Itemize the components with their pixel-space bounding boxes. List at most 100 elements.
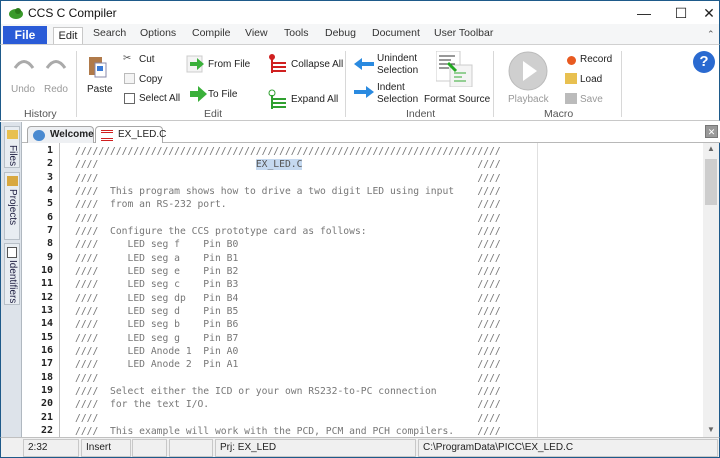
comment-border: //// bbox=[477, 279, 501, 291]
to-file-icon bbox=[190, 86, 207, 102]
code-editor[interactable]: 1 2 3 4 5 6 7 8 9 10 11 12 13 14 15 16 17 18 19 20 21 22 ////… bbox=[22, 143, 720, 437]
separator bbox=[76, 51, 77, 117]
code-line[interactable]: //// LED seg e Pin B2//// bbox=[75, 266, 501, 277]
to-file-button[interactable]: To File bbox=[208, 89, 237, 100]
sidebar-tab-label: Identifiers bbox=[7, 260, 18, 304]
comment-border: //// bbox=[477, 359, 501, 371]
paste-button[interactable]: Paste bbox=[87, 84, 113, 95]
sidebar-tab-files[interactable]: Files bbox=[4, 126, 20, 168]
code-line[interactable]: //// from an RS-232 port.//// bbox=[75, 199, 501, 210]
close-button[interactable]: ✕ bbox=[698, 3, 720, 23]
code-line[interactable]: //////// bbox=[75, 173, 501, 184]
tab-welcome[interactable]: Welcome bbox=[27, 126, 94, 144]
record-button[interactable]: Record bbox=[580, 54, 612, 65]
comment-border: //// bbox=[477, 159, 501, 171]
separator bbox=[621, 51, 622, 117]
code-line[interactable]: //// This program shows how to drive a t… bbox=[75, 186, 501, 197]
line-number: 2 bbox=[46, 158, 53, 170]
load-button[interactable]: Load bbox=[580, 74, 602, 85]
sidebar-tab-identifiers[interactable]: Identifiers bbox=[4, 243, 20, 305]
expand-all-button[interactable]: Expand All bbox=[291, 94, 338, 105]
comment-border: //// bbox=[477, 305, 501, 317]
collapse-ribbon-icon[interactable]: ⌃ bbox=[707, 29, 715, 40]
right-margin-line bbox=[537, 143, 538, 437]
expand-all-icon bbox=[268, 89, 286, 109]
code-line[interactable]: //// This example will work with the PCD… bbox=[75, 426, 501, 437]
undo-icon bbox=[13, 60, 35, 69]
line-number: 4 bbox=[46, 184, 53, 196]
minimize-button[interactable]: — bbox=[626, 3, 662, 23]
close-document-button[interactable]: ✕ bbox=[705, 125, 718, 138]
line-number: 1 bbox=[46, 145, 53, 156]
playback-button[interactable]: Playback bbox=[508, 94, 549, 105]
code-line[interactable]: //// LED Anode 2 Pin A1//// bbox=[75, 359, 501, 370]
window-title: CCS C Compiler bbox=[28, 6, 117, 20]
collapse-all-icon bbox=[269, 54, 286, 73]
status-segment bbox=[169, 439, 213, 457]
code-line[interactable]: //// LED Anode 1 Pin A0//// bbox=[75, 346, 501, 357]
code-line[interactable]: //// LED seg g Pin B7//// bbox=[75, 333, 501, 344]
code-line[interactable]: //// Select either the ICD or your own R… bbox=[75, 386, 501, 397]
line-number: 6 bbox=[46, 211, 53, 223]
scroll-up-icon[interactable]: ▲ bbox=[707, 144, 715, 153]
sidebar-tab-projects[interactable]: Projects bbox=[4, 172, 20, 240]
code-line[interactable]: //// LED seg dp Pin B4//// bbox=[75, 293, 501, 304]
file-menu-button[interactable]: File bbox=[3, 26, 47, 45]
tab-compile[interactable]: Compile bbox=[192, 27, 231, 39]
side-panel-tabs: Files Projects Identifiers bbox=[0, 122, 22, 438]
separator bbox=[345, 51, 346, 117]
selected-text: EX_LED.C bbox=[255, 159, 303, 171]
select-all-button[interactable]: Select All bbox=[139, 93, 180, 104]
vertical-scrollbar[interactable]: ▲ ▼ bbox=[703, 143, 719, 437]
group-label-indent: Indent bbox=[406, 108, 436, 120]
code-line[interactable]: //// LED seg c Pin B3//// bbox=[75, 279, 501, 290]
code-line[interactable]: //// for the text I/O.//// bbox=[75, 399, 501, 410]
tab-tools[interactable]: Tools bbox=[284, 27, 309, 39]
code-line[interactable]: //// LED seg f Pin B0//// bbox=[75, 239, 501, 250]
file-path: C:\ProgramData\PICC\EX_LED.C bbox=[418, 439, 718, 457]
code-line[interactable]: //// LED seg a Pin B1//// bbox=[75, 253, 501, 264]
tab-search[interactable]: Search bbox=[93, 27, 126, 39]
cut-button[interactable]: Cut bbox=[139, 54, 155, 65]
line-number: 18 bbox=[40, 371, 53, 383]
comment-border: //// bbox=[477, 345, 501, 357]
collapse-all-button[interactable]: Collapse All bbox=[291, 59, 343, 70]
line-number: 14 bbox=[40, 318, 53, 330]
tab-options[interactable]: Options bbox=[140, 27, 176, 39]
code-line[interactable]: //// Configure the CCS prototype card as… bbox=[75, 226, 501, 237]
redo-button[interactable]: Redo bbox=[44, 84, 68, 95]
code-line[interactable]: //////// bbox=[75, 413, 501, 424]
sidebar-tab-label: Files bbox=[7, 145, 18, 167]
indent-selection-button[interactable]: Indent Selection bbox=[377, 82, 427, 106]
undo-button[interactable]: Undo bbox=[11, 84, 35, 95]
comment-border: //// bbox=[477, 292, 501, 304]
code-line[interactable]: //// EX_LED.C//// bbox=[75, 159, 501, 171]
comment-border: //// bbox=[477, 185, 501, 197]
code-line[interactable]: //////// bbox=[75, 213, 501, 224]
document-tabs: Welcome EX_LED.C ✕ bbox=[22, 122, 720, 145]
comment-border: //// bbox=[477, 265, 501, 277]
tab-label: Welcome bbox=[50, 129, 94, 140]
format-source-button[interactable]: Format Source bbox=[424, 94, 490, 105]
tab-debug[interactable]: Debug bbox=[325, 27, 356, 39]
indent-icon bbox=[354, 86, 374, 98]
code-line[interactable]: //// LED seg b Pin B6//// bbox=[75, 319, 501, 330]
from-file-button[interactable]: From File bbox=[208, 59, 250, 70]
line-number: 13 bbox=[40, 304, 53, 316]
scrollbar-thumb[interactable] bbox=[705, 159, 717, 205]
tab-user-toolbar[interactable]: User Toolbar bbox=[434, 27, 493, 39]
copy-button[interactable]: Copy bbox=[139, 74, 162, 85]
save-macro-button[interactable]: Save bbox=[580, 94, 603, 105]
comment-border: //// bbox=[477, 425, 501, 437]
scroll-down-icon[interactable]: ▼ bbox=[707, 425, 715, 434]
unindent-selection-button[interactable]: Unindent Selection bbox=[377, 53, 427, 77]
code-line[interactable]: //////// bbox=[75, 373, 501, 384]
tab-view[interactable]: View bbox=[245, 27, 268, 39]
code-line[interactable]: ////////////////////////////////////////… bbox=[75, 146, 501, 157]
help-icon[interactable]: ? bbox=[693, 51, 715, 73]
ribbon: Undo Redo History Paste ✂ Cut Copy Selec… bbox=[0, 44, 720, 121]
code-line[interactable]: //// LED seg d Pin B5//// bbox=[75, 306, 501, 317]
maximize-button[interactable]: ☐ bbox=[663, 3, 699, 23]
comment-border: //// bbox=[477, 199, 501, 211]
tab-document[interactable]: Document bbox=[372, 27, 420, 39]
